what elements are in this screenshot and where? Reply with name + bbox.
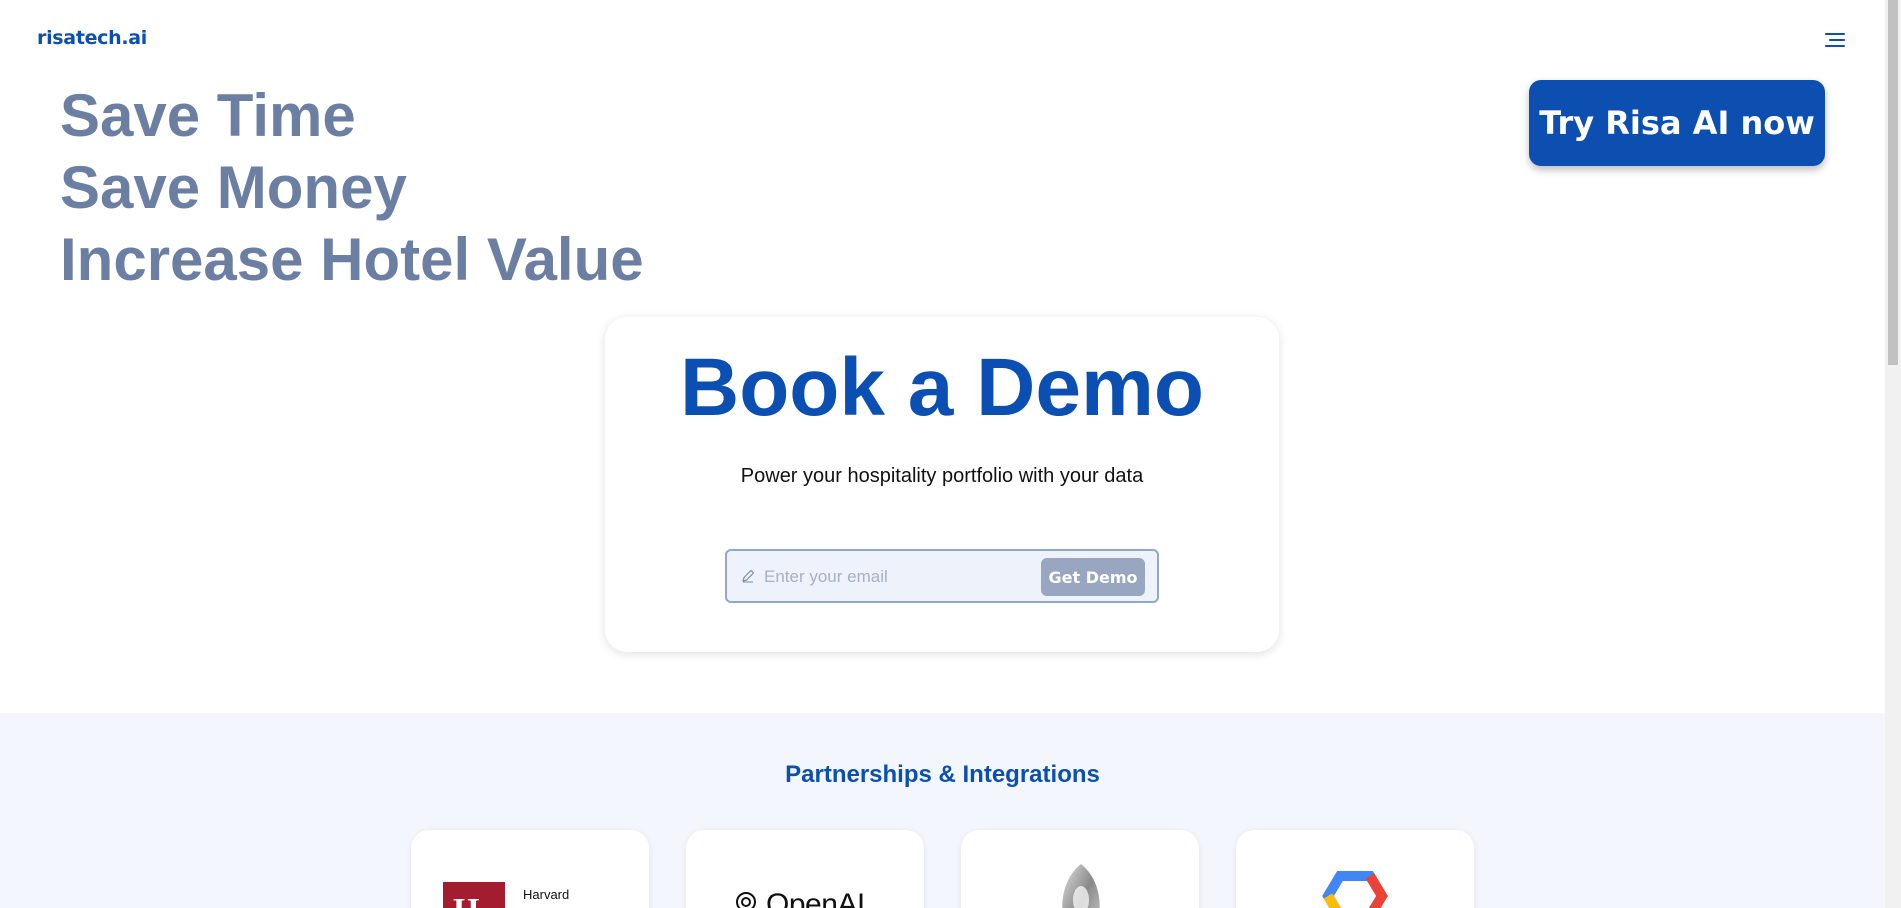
hero-line-3: Increase Hotel Value xyxy=(60,226,644,293)
partner-name-harvard: Harvard xyxy=(523,887,570,902)
partner-card-4[interactable] xyxy=(1236,830,1474,908)
hero-line-1: Save Time xyxy=(60,82,356,149)
partner-name-openai: OpenAI xyxy=(766,888,865,908)
site-logo[interactable]: risatech.ai xyxy=(37,27,147,49)
openai-logo xyxy=(734,890,758,908)
demo-subtitle: Power your hospitality portfolio with yo… xyxy=(740,465,1144,487)
harvard-shield-logo: H xyxy=(443,882,505,908)
vertical-scrollbar[interactable] xyxy=(1885,0,1901,908)
email-form: Get Demo xyxy=(725,549,1159,603)
partner-card-harvard[interactable]: H Harvard xyxy=(411,830,649,908)
google-cloud-logo xyxy=(1322,871,1388,908)
book-demo-card: Book a Demo Power your hospitality portf… xyxy=(605,317,1279,652)
demo-title: Book a Demo xyxy=(680,342,1204,433)
partner-card-openai[interactable]: OpenAI xyxy=(686,830,924,908)
scrollbar-thumb[interactable] xyxy=(1888,0,1898,365)
page: risatech.ai Save Time Save Money Increas… xyxy=(0,0,1885,908)
get-demo-button[interactable]: Get Demo xyxy=(1041,558,1145,596)
hero-line-2: Save Money xyxy=(60,154,407,221)
pencil-icon xyxy=(740,568,756,584)
hero-headline: Save Time Save Money Increase Hotel Valu… xyxy=(60,80,644,296)
silver-3d-logo xyxy=(1062,864,1100,908)
partners-title: Partnerships & Integrations xyxy=(785,761,1100,788)
partners-section: Partnerships & Integrations H Harvard Op… xyxy=(0,713,1885,908)
email-input[interactable] xyxy=(762,560,1036,594)
hamburger-menu-icon[interactable] xyxy=(1824,30,1846,50)
partner-card-3[interactable] xyxy=(961,830,1199,908)
try-risa-button[interactable]: Try Risa AI now xyxy=(1529,80,1825,166)
